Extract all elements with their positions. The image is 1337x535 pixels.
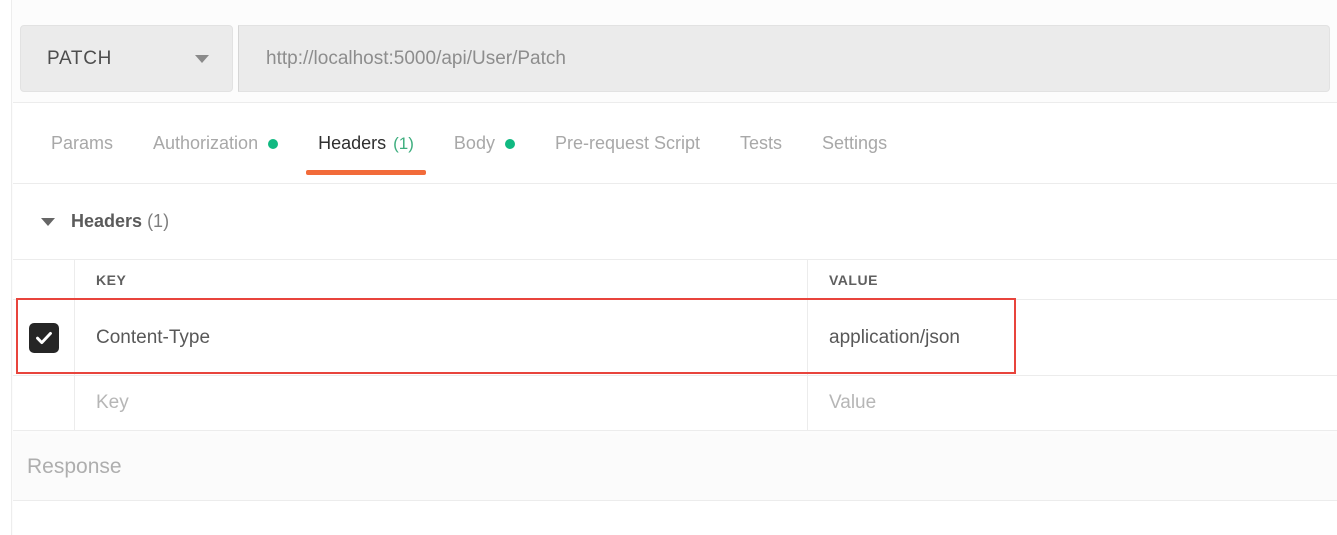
tab-headers-count: (1)	[393, 133, 414, 153]
status-dot-icon	[504, 138, 515, 149]
active-tab-indicator	[306, 170, 426, 175]
table-header-row: KEY VALUE	[13, 260, 1337, 300]
empty-row-value-input[interactable]: Value	[808, 376, 1337, 430]
empty-row-key-input[interactable]: Key	[75, 376, 808, 430]
tab-params-label: Params	[51, 133, 114, 153]
caret-down-icon[interactable]	[41, 217, 55, 226]
tab-settings[interactable]: Settings	[802, 103, 907, 184]
row-enabled-checkbox[interactable]	[28, 322, 59, 353]
http-method-label: PATCH	[47, 47, 113, 69]
tab-body-label: Body	[453, 133, 495, 153]
tab-settings-label: Settings	[822, 133, 888, 153]
response-title: Response	[27, 455, 122, 478]
postman-request-pane: PATCH http://localhost:5000/api/User/Pat…	[0, 0, 1337, 535]
row-checkbox-cell	[13, 300, 75, 375]
column-header-value: VALUE	[829, 271, 878, 288]
headers-section-title-text: Headers	[71, 211, 143, 231]
tab-headers-label: Headers	[318, 133, 387, 153]
headers-section-count: (1)	[147, 211, 170, 231]
tab-pre-request-script[interactable]: Pre-request Script	[535, 103, 720, 184]
table-header-checkbox-cell	[13, 260, 75, 299]
table-header-value-cell: VALUE	[808, 260, 1337, 299]
tab-tests[interactable]: Tests	[720, 103, 802, 184]
request-tabs: Params Authorization Headers (1) Body Pr…	[13, 103, 1337, 184]
empty-row-key-placeholder: Key	[96, 392, 129, 413]
headers-section-header[interactable]: Headers (1)	[13, 184, 1337, 259]
status-dot-icon	[268, 138, 279, 149]
window-left-edge	[0, 0, 12, 535]
request-url-input[interactable]: http://localhost:5000/api/User/Patch	[238, 25, 1330, 92]
column-header-key: KEY	[96, 271, 127, 288]
headers-table: KEY VALUE Content-Type application/json	[13, 259, 1337, 431]
empty-row-checkbox-cell	[13, 376, 75, 430]
table-row[interactable]: Content-Type application/json	[13, 300, 1337, 376]
http-method-dropdown[interactable]: PATCH	[20, 25, 233, 92]
response-body-pane	[13, 501, 1337, 535]
tab-pre-request-script-label: Pre-request Script	[554, 133, 701, 153]
headers-section-title: Headers (1)	[71, 211, 169, 232]
tab-authorization[interactable]: Authorization	[133, 103, 298, 184]
chevron-down-icon	[195, 54, 209, 63]
request-url-bar: PATCH http://localhost:5000/api/User/Pat…	[13, 0, 1337, 103]
row-value-text: application/json	[829, 326, 960, 348]
empty-row-value-placeholder: Value	[829, 392, 877, 413]
tab-params[interactable]: Params	[31, 103, 133, 184]
row-key-text: Content-Type	[96, 326, 211, 348]
table-row-empty[interactable]: Key Value	[13, 376, 1337, 431]
row-key-cell[interactable]: Content-Type	[75, 300, 808, 375]
tab-headers[interactable]: Headers (1)	[298, 103, 434, 184]
row-value-cell[interactable]: application/json	[808, 300, 1337, 375]
tab-body[interactable]: Body	[434, 103, 535, 184]
request-url-text: http://localhost:5000/api/User/Patch	[266, 47, 566, 69]
tab-authorization-label: Authorization	[153, 133, 259, 153]
tab-tests-label: Tests	[740, 133, 783, 153]
response-section-header: Response	[13, 434, 1337, 501]
checkmark-icon	[35, 331, 52, 344]
table-header-key-cell: KEY	[75, 260, 808, 299]
